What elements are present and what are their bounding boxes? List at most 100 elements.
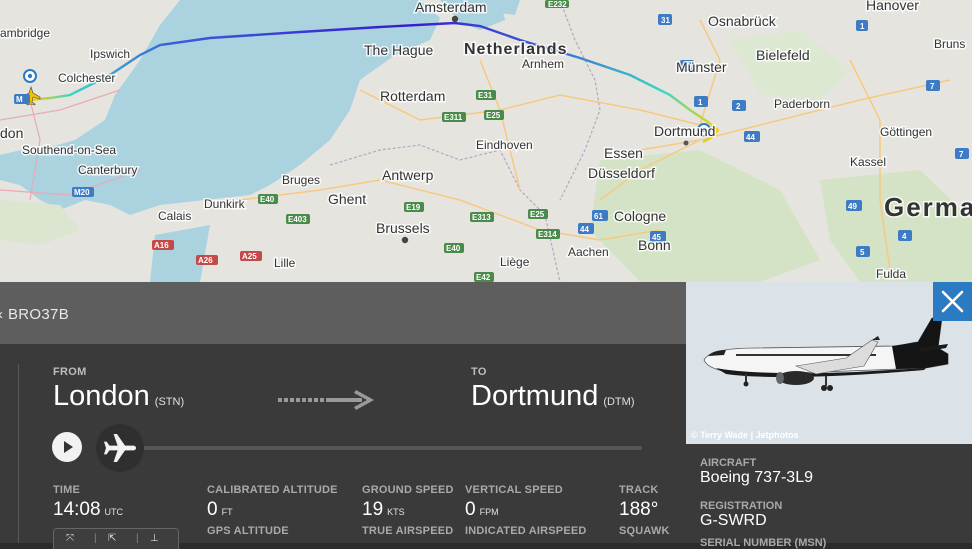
map-label-ghent: Ghent xyxy=(328,191,366,207)
aircraft-label: AIRCRAFT xyxy=(700,457,757,469)
svg-text:5: 5 xyxy=(860,248,865,257)
svg-text:A25: A25 xyxy=(242,252,257,261)
flight-callsign: BRO37B xyxy=(8,306,69,323)
serial-number-label: SERIAL NUMBER (MSN) xyxy=(700,537,827,549)
play-button[interactable] xyxy=(52,432,82,462)
aircraft-value[interactable]: Boeing 737-3L9 xyxy=(700,469,813,487)
svg-text:7: 7 xyxy=(959,150,964,159)
map-label-canterbury: Canterbury xyxy=(78,163,137,177)
svg-text:1: 1 xyxy=(698,98,703,107)
callsign-bar: ‹ BRO37B xyxy=(0,282,686,344)
map-label-calais: Calais xyxy=(158,209,191,223)
playback-handle[interactable] xyxy=(96,424,144,472)
svg-text:E19: E19 xyxy=(406,203,421,212)
map-label-bonn: Bonn xyxy=(638,237,671,253)
svg-text:44: 44 xyxy=(746,133,755,142)
map-label-cambridge: ambridge xyxy=(0,26,50,40)
destination-city: Dortmund xyxy=(471,380,599,412)
aircraft-info-panel: AIRCRAFT Boeing 737-3L9 REGISTRATION G-S… xyxy=(686,444,972,549)
indicated-airspeed-label: INDICATED AIRSPEED xyxy=(465,525,587,537)
svg-text:E313: E313 xyxy=(472,213,491,222)
destination-airport[interactable]: Dortmund (DTM) xyxy=(471,380,634,413)
registration-label: REGISTRATION xyxy=(700,500,783,512)
origin-airport[interactable]: London (STN) xyxy=(53,380,184,413)
from-caption: FROM xyxy=(53,366,87,378)
map-label-cologne: Cologne xyxy=(614,208,666,224)
flight-details-panel: FROM London (STN) TO Dortmund (DTM) TIME 1… xyxy=(0,344,686,549)
svg-text:A26: A26 xyxy=(198,256,213,265)
track-label: TRACK xyxy=(619,484,659,496)
svg-text:1: 1 xyxy=(860,22,865,31)
map-label-brussels: Brussels xyxy=(376,220,430,236)
svg-text:E311: E311 xyxy=(444,113,463,122)
map-label-netherlands: Netherlands xyxy=(464,41,567,58)
chart-button[interactable]: ⊥ xyxy=(150,533,159,544)
svg-text:M: M xyxy=(16,95,23,104)
calibrated-altitude-label: CALIBRATED ALTITUDE xyxy=(207,484,338,496)
gps-altitude-label: GPS ALTITUDE xyxy=(207,525,289,537)
map-label-the-hague: The Hague xyxy=(364,42,433,58)
callsign-marker-icon: ‹ xyxy=(0,306,3,323)
svg-text:E42: E42 xyxy=(476,273,491,282)
map-label-paderborn: Paderborn xyxy=(774,97,830,111)
map-label-southend: Southend-on-Sea xyxy=(22,143,116,157)
photo-credit[interactable]: © Terry Wade | Jetphotos xyxy=(691,430,799,440)
time-value: 14:08 UTC xyxy=(53,499,124,520)
time-label: TIME xyxy=(53,484,81,496)
map-label-lille: Lille xyxy=(274,256,296,270)
calibrated-altitude-value: 0 FT xyxy=(207,499,233,520)
map-label-arnhem: Arnhem xyxy=(522,57,564,71)
fullscreen-button[interactable]: ⤧ xyxy=(66,533,74,544)
map-label-germany: Germa xyxy=(884,192,972,222)
map-label-london: don xyxy=(0,125,23,141)
svg-text:2: 2 xyxy=(736,102,741,111)
svg-text:A16: A16 xyxy=(154,241,169,250)
map-label-aachen: Aachen xyxy=(568,245,609,259)
airplane-icon xyxy=(104,434,136,462)
map-label-bruges: Bruges xyxy=(282,173,320,187)
playback-track[interactable] xyxy=(140,446,642,450)
svg-text:4: 4 xyxy=(902,232,907,241)
map-label-ipswich: Ipswich xyxy=(90,47,130,61)
flight-map[interactable]: E232 31 1 30 E31 E311 E25 E19 E40 E403 E… xyxy=(0,0,972,282)
share-button[interactable]: ⇱ xyxy=(108,533,116,544)
map-label-amsterdam: Amsterdam xyxy=(415,0,487,15)
to-caption: TO xyxy=(471,366,487,378)
map-label-kassel: Kassel xyxy=(850,155,886,169)
map-label-dortmund: Dortmund xyxy=(654,123,715,139)
map-label-brunswick: Bruns xyxy=(934,37,965,51)
svg-text:E314: E314 xyxy=(538,230,557,239)
squawk-label: SQUAWK xyxy=(619,525,670,537)
destination-code: (DTM) xyxy=(603,396,635,408)
ground-speed-value: 19 KTS xyxy=(362,499,405,520)
svg-text:E25: E25 xyxy=(486,111,501,120)
vertical-speed-label: VERTICAL SPEED xyxy=(465,484,563,496)
map-label-munster: Münster xyxy=(676,59,727,75)
svg-text:44: 44 xyxy=(580,225,589,234)
true-airspeed-label: TRUE AIRSPEED xyxy=(362,525,454,537)
divider xyxy=(18,364,19,543)
svg-text:E232: E232 xyxy=(548,0,567,9)
origin-pin[interactable] xyxy=(23,69,37,83)
vertical-speed-value: 0 FPM xyxy=(465,499,499,520)
map-label-dusseldorf: Düsseldorf xyxy=(588,165,655,181)
origin-code: (STN) xyxy=(154,396,185,408)
map-label-gottingen: Göttingen xyxy=(880,125,932,139)
map-label-fulda: Fulda xyxy=(876,267,906,281)
map-label-antwerp: Antwerp xyxy=(382,167,434,183)
registration-value[interactable]: G-SWRD xyxy=(700,512,767,530)
svg-text:31: 31 xyxy=(661,16,670,25)
aircraft-photo[interactable] xyxy=(686,282,972,444)
svg-text:7: 7 xyxy=(930,82,935,91)
close-icon xyxy=(941,290,964,313)
map-label-eindhoven: Eindhoven xyxy=(476,138,533,152)
map-label-osnabruck: Osnabrück xyxy=(708,13,777,29)
close-button[interactable] xyxy=(933,282,972,321)
svg-text:E31: E31 xyxy=(478,91,493,100)
svg-text:E403: E403 xyxy=(288,215,307,224)
track-value: 188° xyxy=(619,499,659,520)
route-arrow-icon xyxy=(278,390,374,410)
svg-text:E40: E40 xyxy=(446,244,461,253)
origin-city: London xyxy=(53,380,150,412)
svg-text:E40: E40 xyxy=(260,195,275,204)
